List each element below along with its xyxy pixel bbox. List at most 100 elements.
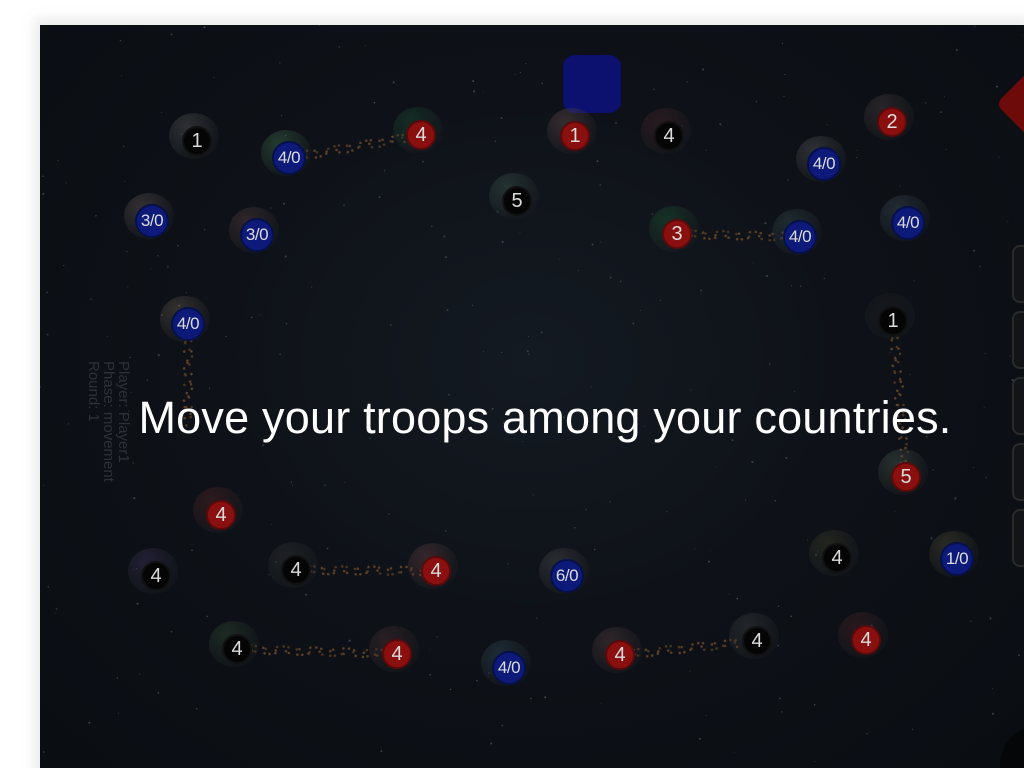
link-dot xyxy=(337,144,341,147)
territory[interactable]: 4 xyxy=(729,613,779,661)
troop-count-badge: 5 xyxy=(891,462,921,492)
troop-count-badge: 1 xyxy=(878,306,908,336)
side-tab-4[interactable] xyxy=(1012,443,1024,501)
instruction-message: Move your troops among your countries. xyxy=(138,392,952,443)
link-dot xyxy=(335,148,338,152)
link-dot xyxy=(893,356,897,360)
side-tab-5[interactable] xyxy=(1012,509,1024,567)
link-dot xyxy=(282,645,286,648)
troop-count-badge: 4 xyxy=(654,121,684,151)
territory[interactable]: 4/0 xyxy=(481,640,531,688)
territory[interactable]: 3/0 xyxy=(124,193,174,241)
link-dot xyxy=(703,236,706,240)
link-dot xyxy=(715,647,718,650)
link-dot xyxy=(740,238,744,241)
link-dot xyxy=(342,569,346,573)
link-dot xyxy=(768,234,771,237)
link-dot xyxy=(666,649,670,652)
link-dot xyxy=(702,648,706,652)
link-dot xyxy=(760,237,764,241)
territory[interactable]: 4 xyxy=(809,530,859,578)
link-dot xyxy=(319,155,322,158)
link-dot xyxy=(313,149,316,153)
link-dot xyxy=(319,647,323,651)
link-dot xyxy=(348,144,352,148)
territory[interactable]: 1 xyxy=(169,113,219,161)
link-dot xyxy=(757,234,761,238)
link-dot xyxy=(899,380,903,384)
link-dot xyxy=(370,145,374,149)
link-dot xyxy=(365,571,368,575)
territory[interactable]: 4 xyxy=(369,626,419,674)
territory[interactable]: 4 xyxy=(193,487,243,535)
link-dot xyxy=(768,238,771,242)
link-dot xyxy=(361,655,365,659)
troop-count-badge: 2 xyxy=(877,107,907,137)
link-dot xyxy=(287,646,290,649)
link-dot xyxy=(315,646,318,649)
link-dot xyxy=(314,156,318,159)
territory[interactable]: 4 xyxy=(641,108,691,156)
territory[interactable]: 4/0 xyxy=(796,136,846,184)
territory[interactable]: 4 xyxy=(838,612,888,660)
territory[interactable]: 1 xyxy=(865,293,915,341)
link-dot xyxy=(321,572,325,576)
troop-count-badge: 4 xyxy=(851,625,881,655)
troop-count-badge: 4/0 xyxy=(492,651,526,685)
link-dot xyxy=(656,649,660,653)
territory[interactable]: 4 xyxy=(393,107,443,155)
link-dot xyxy=(713,641,717,645)
territory[interactable]: 4 xyxy=(592,627,642,675)
troop-count-badge: 4/0 xyxy=(171,307,205,341)
territory[interactable]: 4 xyxy=(128,548,178,596)
territory[interactable]: 1 xyxy=(547,108,597,156)
link-dot xyxy=(901,385,904,388)
link-dot xyxy=(378,572,382,575)
link-dot xyxy=(701,231,705,234)
side-tab-2[interactable] xyxy=(1012,311,1024,369)
territory[interactable]: 4 xyxy=(408,543,458,591)
link-dot xyxy=(328,654,332,658)
link-dot xyxy=(678,651,681,655)
link-dot xyxy=(296,653,299,656)
link-dot xyxy=(378,145,381,148)
link-dot xyxy=(689,648,692,652)
link-dot xyxy=(188,348,191,351)
territory[interactable]: 4/0 xyxy=(772,209,822,257)
link-dot xyxy=(334,565,338,569)
link-dot xyxy=(300,653,304,657)
link-dot xyxy=(722,229,725,233)
top-menu-button[interactable] xyxy=(563,55,621,113)
territory[interactable]: 4 xyxy=(268,542,318,590)
link-dot xyxy=(721,644,725,648)
link-dot xyxy=(190,355,194,358)
link-dot xyxy=(352,648,356,652)
troop-count-badge: 1 xyxy=(560,121,590,151)
territory[interactable]: 5 xyxy=(878,449,928,497)
link-dot xyxy=(287,651,291,655)
link-dot xyxy=(262,646,265,650)
link-dot xyxy=(754,230,758,234)
link-dot xyxy=(382,143,386,146)
link-dot xyxy=(264,647,268,651)
territory[interactable]: 1/0 xyxy=(929,531,979,579)
territory[interactable]: 5 xyxy=(489,173,539,221)
territory[interactable]: 3/0 xyxy=(229,207,279,255)
link-dot xyxy=(683,650,686,654)
troop-count-badge: 5 xyxy=(502,186,532,216)
territory[interactable]: 6/0 xyxy=(539,548,589,596)
territory[interactable]: 4 xyxy=(209,621,259,669)
territory[interactable]: 2 xyxy=(864,94,914,142)
link-dot xyxy=(894,358,898,362)
link-dot xyxy=(189,382,193,386)
territory[interactable]: 3 xyxy=(649,206,699,254)
troop-count-badge: 4 xyxy=(605,640,635,670)
link-dot xyxy=(320,566,324,570)
link-dot xyxy=(386,568,390,572)
territory[interactable]: 4/0 xyxy=(160,296,210,344)
link-dot xyxy=(691,643,694,646)
link-dot xyxy=(345,144,349,148)
territory[interactable]: 4/0 xyxy=(880,195,930,243)
side-tab-1[interactable] xyxy=(1012,245,1024,303)
territory[interactable]: 4/0 xyxy=(261,130,311,178)
